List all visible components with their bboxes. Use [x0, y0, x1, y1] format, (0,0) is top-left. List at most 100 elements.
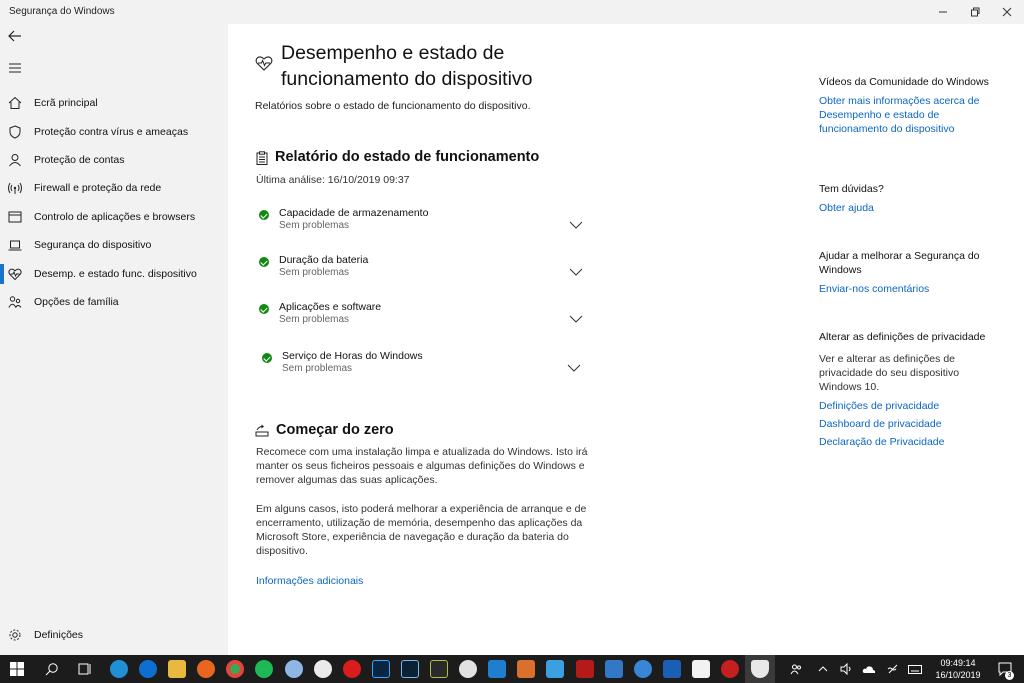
- app-window-icon: [8, 211, 22, 223]
- improve-section: Ajudar a melhorar a Segurança do Windows…: [819, 249, 999, 296]
- volume-icon[interactable]: [838, 655, 854, 683]
- sidebar-item-label: Definições: [34, 629, 84, 641]
- lightroom-icon[interactable]: [401, 660, 419, 678]
- back-arrow-icon[interactable]: [7, 28, 23, 44]
- check-icon: [259, 210, 269, 220]
- cloud-app-icon[interactable]: [634, 660, 652, 678]
- taskbar-clock[interactable]: 09:49:14 16/10/2019: [930, 657, 986, 681]
- feedback-link[interactable]: Enviar-nos comentários: [819, 282, 999, 296]
- clipboard-icon: [256, 151, 268, 165]
- sidebar-item-label: Segurança do dispositivo: [34, 239, 152, 251]
- sidebar-item-firewall[interactable]: Firewall e proteção da rede: [0, 175, 228, 201]
- main-content: Desempenho e estado de funcionamento do …: [228, 24, 1024, 655]
- red-app-icon[interactable]: [343, 660, 361, 678]
- firefox-icon[interactable]: [197, 660, 215, 678]
- active-indicator: [0, 264, 4, 284]
- file-explorer-icon[interactable]: [168, 660, 186, 678]
- windows-start-icon[interactable]: [10, 662, 24, 676]
- privacy-settings-link[interactable]: Definições de privacidade: [819, 399, 999, 413]
- status-item-title: Serviço de Horas do Windows: [282, 350, 423, 362]
- thunderbird-icon[interactable]: [110, 660, 128, 678]
- restore-button[interactable]: [958, 0, 992, 24]
- sidebar-item-settings[interactable]: Definições: [0, 622, 228, 648]
- onedrive-icon[interactable]: [860, 655, 878, 683]
- fresh-start-description: Recomece com uma instalação limpa e atua…: [256, 446, 588, 486]
- action-center-icon[interactable]: 3: [994, 655, 1016, 683]
- status-item-apps-software[interactable]: Aplicações e software Sem problemas: [259, 301, 589, 341]
- chevron-up-icon[interactable]: [816, 655, 830, 683]
- sidebar-item-label: Proteção contra vírus e ameaças: [34, 126, 189, 138]
- sidebar-item-family-options[interactable]: Opções de família: [0, 289, 228, 315]
- more-info-link[interactable]: Informações adicionais: [256, 575, 363, 587]
- edge-browser-icon[interactable]: [139, 660, 157, 678]
- fresh-start-details: Em alguns casos, isto poderá melhorar a …: [256, 503, 587, 557]
- community-link[interactable]: Obter mais informações acerca de Desempe…: [819, 94, 999, 136]
- community-videos-section: Vídeos da Comunidade do Windows Obter ma…: [819, 75, 999, 136]
- chevron-down-icon[interactable]: [567, 364, 581, 372]
- virtual-box-icon[interactable]: [488, 660, 506, 678]
- status-item-status: Sem problemas: [279, 220, 350, 231]
- filezilla-icon[interactable]: [576, 660, 594, 678]
- title-bar: Segurança do Windows: [0, 0, 1024, 24]
- sidebar-item-virus-protection[interactable]: Proteção contra vírus e ameaças: [0, 119, 228, 145]
- search-icon[interactable]: [45, 662, 59, 676]
- status-item-battery[interactable]: Duração da bateria Sem problemas: [259, 254, 589, 294]
- improve-heading: Ajudar a melhorar a Segurança do Windows: [819, 250, 980, 276]
- community-heading: Vídeos da Comunidade do Windows: [819, 76, 989, 88]
- wifi-antenna-icon: [8, 182, 22, 194]
- sidebar-item-label: Firewall e proteção da rede: [34, 182, 162, 194]
- chrome-icon[interactable]: [226, 660, 244, 678]
- pen-workspace-icon[interactable]: [885, 655, 901, 683]
- check-icon: [259, 304, 269, 314]
- status-item-time-service[interactable]: Serviço de Horas do Windows Sem problema…: [262, 350, 592, 390]
- cloud-folder-icon[interactable]: [605, 660, 623, 678]
- sidebar-item-device-security[interactable]: Segurança do dispositivo: [0, 232, 228, 258]
- sidebar-item-label: Desemp. e estado func. dispositivo: [34, 268, 197, 280]
- minimize-button[interactable]: [926, 0, 960, 24]
- close-button[interactable]: [990, 0, 1024, 24]
- sidebar-item-device-performance[interactable]: Desemp. e estado func. dispositivo: [0, 261, 228, 287]
- info-app-icon[interactable]: [314, 660, 332, 678]
- privacy-section: Alterar as definições de privacidade Ver…: [819, 330, 999, 449]
- keyboard-icon[interactable]: [906, 655, 924, 683]
- chevron-down-icon[interactable]: [569, 315, 583, 323]
- page-title: Desempenho e estado de funcionamento do …: [281, 42, 533, 90]
- privacy-statement-link[interactable]: Declaração de Privacidade: [819, 435, 999, 449]
- task-view-icon[interactable]: [78, 662, 92, 676]
- page-subtitle: Relatórios sobre o estado de funcionamen…: [255, 100, 531, 112]
- fresh-start-icon: [255, 424, 269, 437]
- sidebar-item-app-browser-control[interactable]: Controlo de aplicações e browsers: [0, 204, 228, 230]
- laptop-icon: [8, 240, 22, 251]
- chart-app-icon[interactable]: [663, 660, 681, 678]
- person-icon: [9, 154, 21, 167]
- sidebar-item-account-protection[interactable]: Proteção de contas: [0, 147, 228, 173]
- status-item-status: Sem problemas: [279, 314, 350, 325]
- privacy-dashboard-link[interactable]: Dashboard de privacidade: [819, 417, 999, 431]
- snowflake-app-icon[interactable]: [285, 660, 303, 678]
- x-app-icon[interactable]: [459, 660, 477, 678]
- sidebar-item-label: Proteção de contas: [34, 154, 125, 166]
- orange-app-icon[interactable]: [517, 660, 535, 678]
- windows-security-taskbar-icon[interactable]: [751, 660, 769, 678]
- chevron-down-icon[interactable]: [569, 268, 583, 276]
- antivirus-icon[interactable]: [721, 660, 739, 678]
- sidebar-item-label: Opções de família: [34, 296, 119, 308]
- photoshop-icon[interactable]: [372, 660, 390, 678]
- sidebar: Ecrã principal Proteção contra vírus e a…: [0, 24, 228, 655]
- questions-heading: Tem dúvidas?: [819, 183, 884, 195]
- gear-icon: [9, 629, 21, 641]
- home-icon: [8, 96, 22, 109]
- pen-app-icon[interactable]: [430, 660, 448, 678]
- privacy-heading: Alterar as definições de privacidade: [819, 331, 986, 343]
- spotify-icon[interactable]: [255, 660, 273, 678]
- close-icon: [1002, 7, 1012, 17]
- minimize-icon: [939, 11, 947, 13]
- hamburger-menu-icon[interactable]: [9, 63, 21, 73]
- chevron-down-icon[interactable]: [569, 221, 583, 229]
- mail-icon[interactable]: [692, 660, 710, 678]
- people-icon[interactable]: [786, 655, 806, 683]
- status-item-storage[interactable]: Capacidade de armazenamento Sem problema…: [259, 207, 589, 247]
- sidebar-item-home[interactable]: Ecrã principal: [0, 90, 228, 116]
- get-help-link[interactable]: Obter ajuda: [819, 201, 999, 215]
- editor-app-icon[interactable]: [546, 660, 564, 678]
